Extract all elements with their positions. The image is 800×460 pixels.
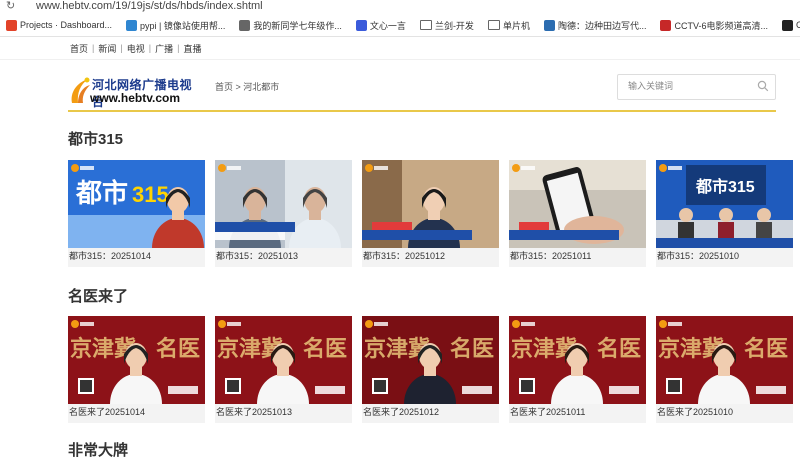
svg-text:名医: 名医 xyxy=(156,336,200,361)
video-caption[interactable]: 都市315：20251014 xyxy=(68,248,205,267)
video-card[interactable]: 京津冀 名医 名医来了20251010 xyxy=(656,316,793,423)
bookmark-label: 单片机 xyxy=(502,20,530,31)
site-icon xyxy=(543,19,555,31)
bookmark-label: 兰剑-开发 xyxy=(434,20,474,31)
browser-url-bar[interactable]: ↻ www.hebtv.com/19/19js/st/ds/hbds/index… xyxy=(0,0,800,14)
bookmark-item[interactable]: 文心一言 xyxy=(355,19,406,32)
svg-text:都市315: 都市315 xyxy=(695,177,755,196)
video-caption[interactable]: 名医来了20251012 xyxy=(362,404,499,423)
folder-icon xyxy=(419,20,432,30)
svg-text:名医: 名医 xyxy=(303,336,347,361)
video-card[interactable]: 京津冀 名医 名医来了20251014 xyxy=(68,316,205,423)
bookmark-item[interactable]: 兰剑-开发 xyxy=(419,19,474,32)
bookmark-item[interactable]: pypi | 镜像站使用帮... xyxy=(126,19,225,32)
video-card[interactable]: 都市315：20251012 xyxy=(362,160,499,267)
nav-link[interactable]: 广播 xyxy=(155,42,173,55)
wenxin-icon xyxy=(355,19,367,31)
video-thumbnail[interactable]: 都市315 xyxy=(656,160,793,248)
bookmarks-bar: Projects · Dashboard... pypi | 镜像站使用帮... 我… xyxy=(0,14,800,37)
video-thumbnail[interactable]: 京津冀 名医 xyxy=(68,316,205,404)
nav-link[interactable]: 电视 xyxy=(127,42,145,55)
svg-text:名医: 名医 xyxy=(597,336,641,361)
video-card[interactable]: 都市315：20251013 xyxy=(215,160,352,267)
video-thumbnail[interactable] xyxy=(362,160,499,248)
video-thumbnail[interactable]: 京津冀 名医 xyxy=(509,316,646,404)
video-row-dushi315: 都市 315 都市315：20251014 都市315：20251013 都市315：2… xyxy=(68,160,793,267)
nav-separator: | xyxy=(120,43,123,53)
gitlab-icon xyxy=(6,19,17,31)
header-divider xyxy=(68,110,776,112)
video-thumbnail[interactable]: 京津冀 名医 xyxy=(215,316,352,404)
video-card[interactable]: 都市315：20251011 xyxy=(509,160,646,267)
video-card[interactable]: 京津冀 名医 名医来了20251012 xyxy=(362,316,499,423)
breadcrumb[interactable]: 首页 > 河北都市 xyxy=(215,80,279,93)
video-thumbnail[interactable]: 都市315 xyxy=(68,160,205,248)
video-caption[interactable]: 都市315：20251012 xyxy=(362,248,499,267)
video-thumbnail[interactable]: 京津冀 名医 xyxy=(362,316,499,404)
video-card[interactable]: 都市 315 都市315：20251014 xyxy=(68,160,205,267)
section-title-dushi315: 都市315 xyxy=(68,131,124,148)
search-icon[interactable] xyxy=(757,80,769,92)
video-caption[interactable]: 名医来了20251014 xyxy=(68,404,205,423)
globe-icon xyxy=(239,19,251,31)
nav-link[interactable]: 首页 xyxy=(70,42,88,55)
svg-text:名医: 名医 xyxy=(450,336,494,361)
svg-text:315: 315 xyxy=(132,182,169,207)
nav-separator: | xyxy=(148,43,152,53)
video-card[interactable]: 都市315 都市315：20251010 xyxy=(656,160,793,267)
svg-text:名医: 名医 xyxy=(744,336,788,361)
section-title-mingyi: 名医来了 xyxy=(68,288,129,305)
nav-separator: | xyxy=(177,43,180,53)
video-caption[interactable]: 名医来了20251013 xyxy=(215,404,352,423)
bookmark-item[interactable]: 我的新同学七年级作... xyxy=(239,19,342,32)
svg-text:都市: 都市 xyxy=(75,178,128,208)
nav-separator: | xyxy=(92,43,95,53)
reload-icon[interactable]: ↻ xyxy=(6,0,15,12)
video-row-mingyi: 京津冀 名医 名医来了20251014 京津冀 名医 名医来了20251013 京津冀 名医名… xyxy=(68,316,793,423)
video-caption[interactable]: 都市315：20251013 xyxy=(215,248,352,267)
logo-en-text: www.hebtv.com xyxy=(90,91,181,105)
section-title-feichangdapai: 非常大牌 xyxy=(68,442,129,459)
bird-icon xyxy=(126,19,138,31)
terminal-icon xyxy=(781,19,793,31)
nav-link[interactable]: 新闻 xyxy=(98,42,116,55)
bookmark-label: CCTV-6电影频道高清... xyxy=(674,20,768,31)
bookmark-label: Projects · Dashboard... xyxy=(20,20,113,30)
logo-swoosh-icon xyxy=(71,77,90,103)
video-caption[interactable]: 名医来了20251011 xyxy=(509,404,646,423)
video-card[interactable]: 京津冀 名医 名医来了20251011 xyxy=(509,316,646,423)
video-caption[interactable]: 名医来了20251010 xyxy=(656,404,793,423)
folder-icon xyxy=(487,20,500,30)
bookmark-label: pypi | 镜像站使用帮... xyxy=(140,20,226,31)
bookmark-label: 我的新同学七年级作... xyxy=(253,20,342,31)
search-box[interactable] xyxy=(617,74,776,100)
search-input[interactable] xyxy=(618,75,748,97)
nav-link[interactable]: 直播 xyxy=(183,42,201,55)
site-header: 河北网络广播电视台 www.hebtv.com 首页 > 河北都市 xyxy=(0,60,800,130)
url-text[interactable]: www.hebtv.com/19/19js/st/ds/hbds/index.s… xyxy=(36,0,263,12)
bookmark-item[interactable]: C++ Shell xyxy=(781,19,800,31)
video-thumbnail[interactable] xyxy=(509,160,646,248)
bookmark-label: 陶德：边种田边写代... xyxy=(557,20,647,31)
bookmark-item[interactable]: CCTV-6电影频道高清... xyxy=(660,19,768,32)
video-caption[interactable]: 都市315：20251010 xyxy=(656,248,793,267)
site-top-nav: 首页 | 新闻 | 电视 | 广播 | 直播 xyxy=(0,37,800,60)
video-card[interactable]: 京津冀 名医 名医来了20251013 xyxy=(215,316,352,423)
cctv-icon xyxy=(660,19,672,31)
bookmark-item[interactable]: 陶德：边种田边写代... xyxy=(543,19,647,32)
video-thumbnail[interactable]: 京津冀 名医 xyxy=(656,316,793,404)
bookmark-item[interactable]: Projects · Dashboard... xyxy=(6,19,113,31)
bookmark-item[interactable]: 单片机 xyxy=(487,19,530,32)
video-caption[interactable]: 都市315：20251011 xyxy=(509,248,646,267)
bookmark-label: C++ Shell xyxy=(796,20,800,30)
bookmark-label: 文心一言 xyxy=(369,20,406,31)
video-thumbnail[interactable] xyxy=(215,160,352,248)
hebtv-logo[interactable]: 河北网络广播电视台 www.hebtv.com xyxy=(68,73,196,109)
